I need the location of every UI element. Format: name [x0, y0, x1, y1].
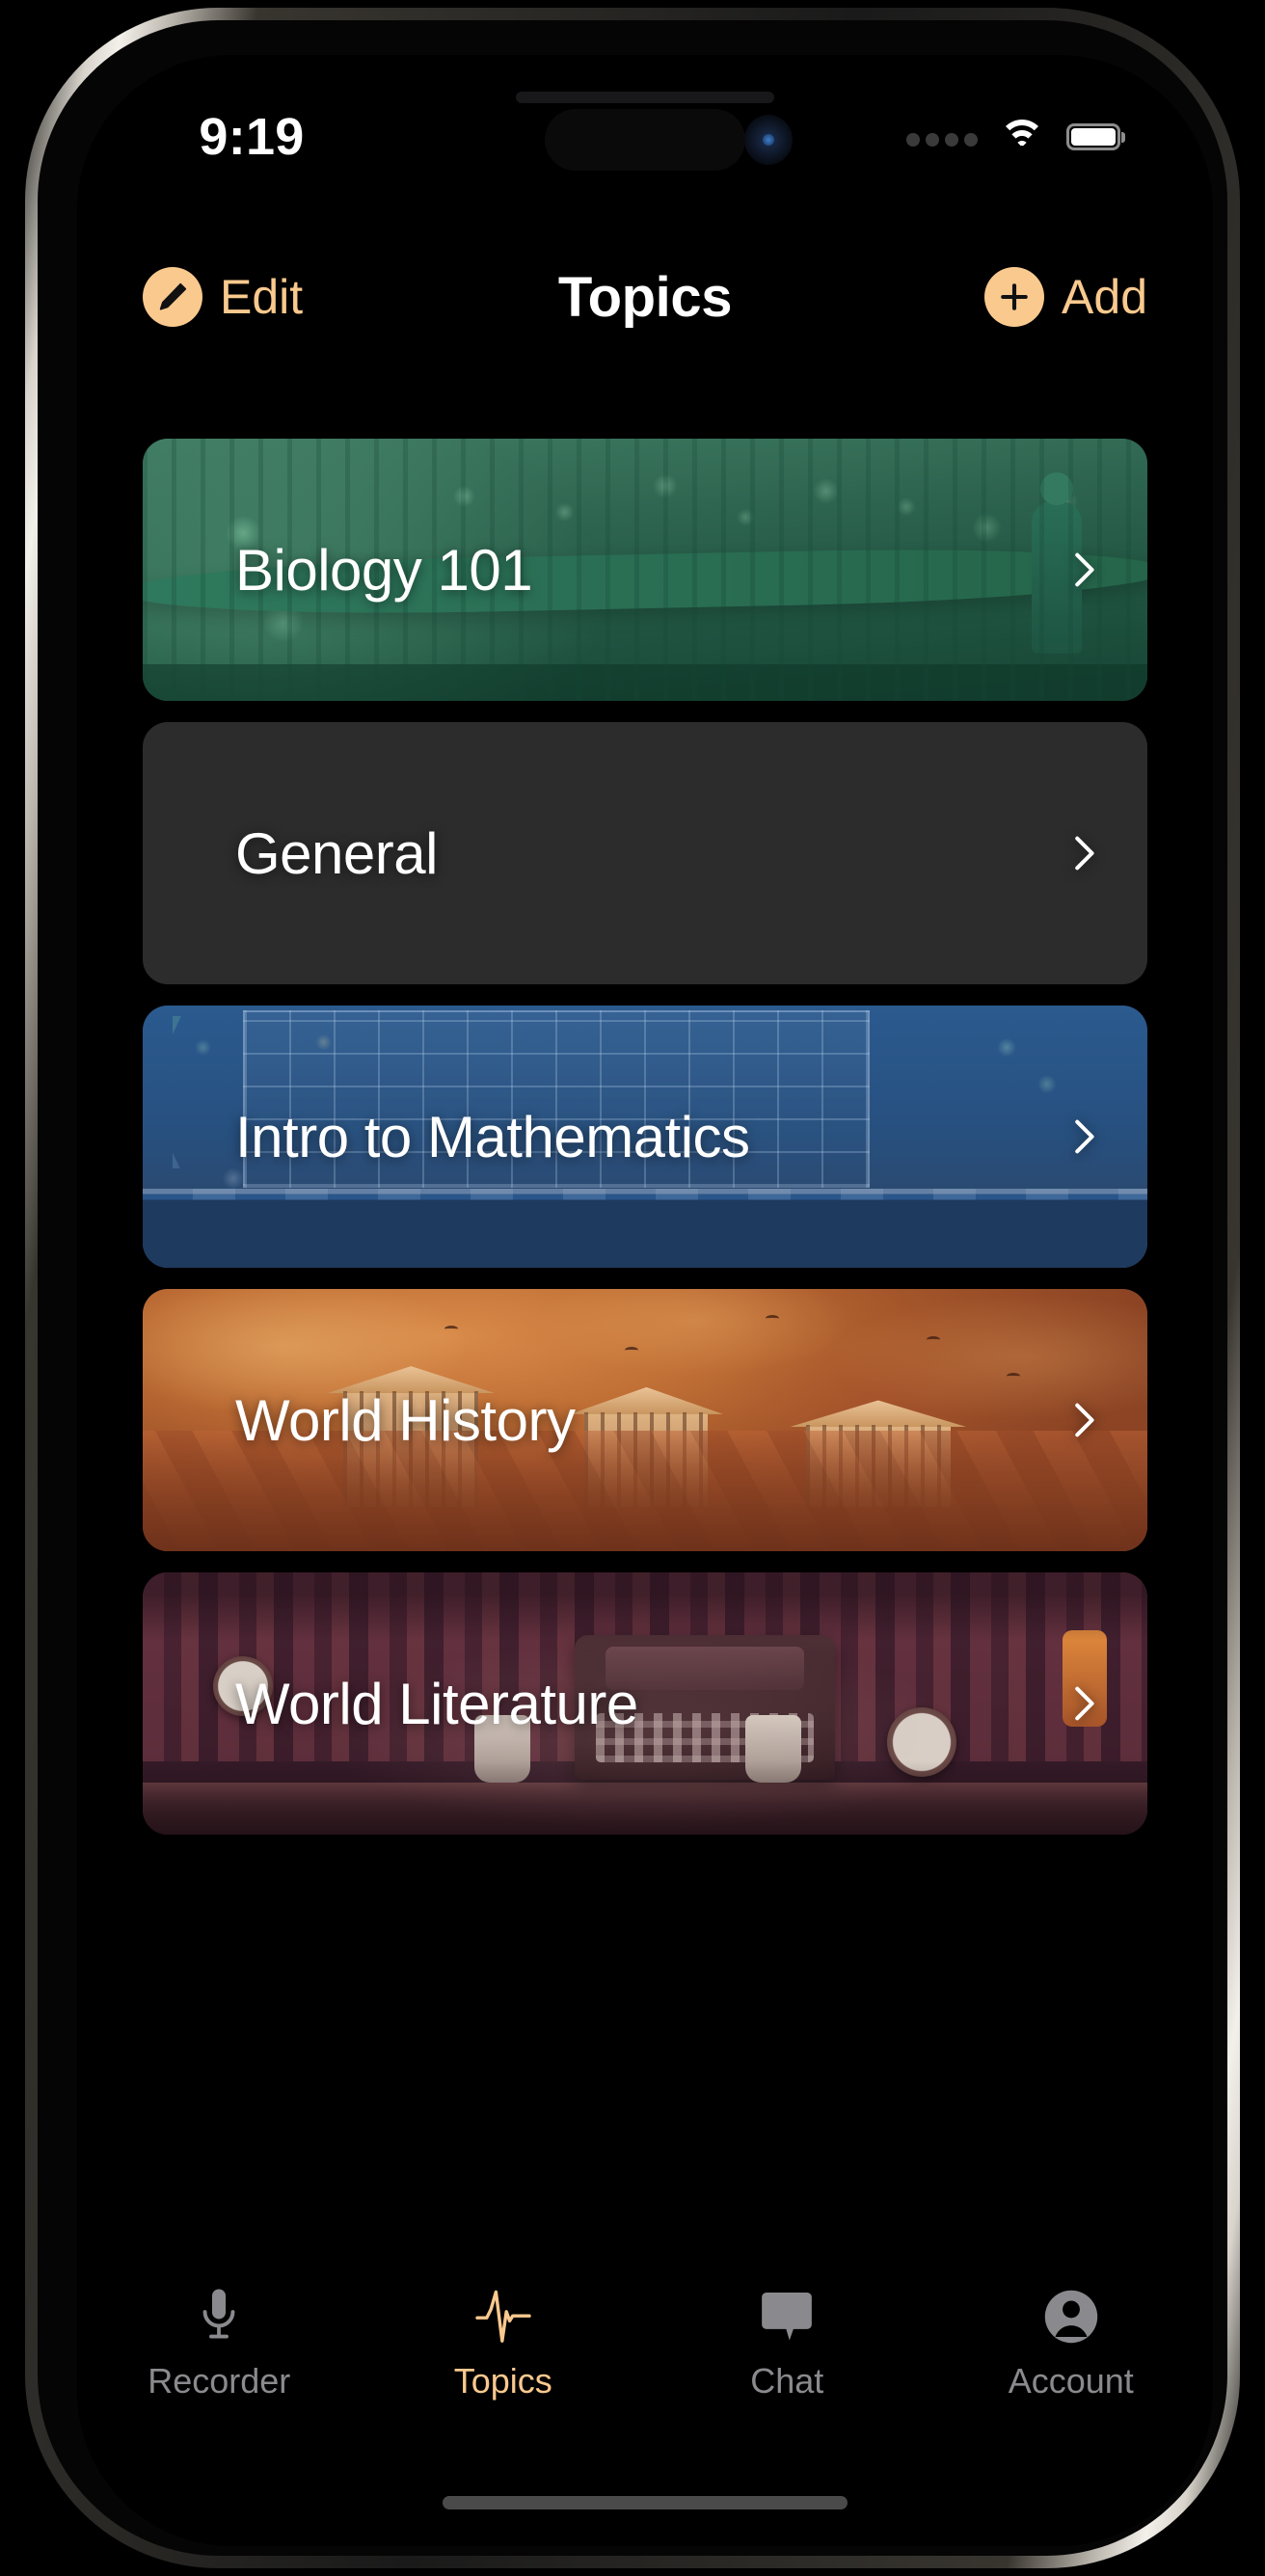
tab-label: Chat: [750, 2361, 824, 2401]
plus-circle-icon: [984, 267, 1045, 327]
add-button-label: Add: [1062, 270, 1147, 324]
person-circle-icon: [1043, 2286, 1099, 2348]
topic-title: Intro to Mathematics: [235, 1104, 750, 1169]
status-indicators: [906, 55, 1125, 219]
tab-account[interactable]: Account: [929, 2286, 1214, 2402]
topic-card-world-literature[interactable]: World Literature: [143, 1572, 1147, 1835]
battery-full-icon: [1066, 123, 1125, 150]
tab-label: Topics: [453, 2361, 552, 2401]
status-bar: 9:19: [77, 55, 1213, 219]
phone-screen: 9:19 Topics Edit Add Biology 101 General…: [77, 55, 1213, 2546]
dynamic-island[interactable]: [545, 109, 745, 171]
device-bezel: 9:19 Topics Edit Add Biology 101 General…: [38, 20, 1227, 2556]
chevron-right-icon: [1061, 548, 1105, 592]
tab-topics[interactable]: Topics: [362, 2286, 646, 2402]
cellular-dots-icon: [906, 127, 978, 147]
edit-button-label: Edit: [220, 270, 304, 324]
chevron-right-icon: [1061, 1398, 1105, 1442]
wifi-icon: [999, 120, 1045, 154]
edit-button[interactable]: Edit: [143, 244, 303, 350]
topic-title: World Literature: [235, 1671, 638, 1736]
add-button[interactable]: Add: [984, 244, 1147, 350]
topic-card-general[interactable]: General: [143, 722, 1147, 984]
topic-list: Biology 101 General Intro to Mathematics…: [77, 439, 1213, 1835]
chevron-right-icon: [1061, 831, 1105, 875]
topic-card-world-history[interactable]: World History: [143, 1289, 1147, 1551]
topic-title: World History: [235, 1387, 576, 1453]
device-frame: 9:19 Topics Edit Add Biology 101 General…: [25, 8, 1240, 2568]
tab-chat[interactable]: Chat: [645, 2286, 929, 2402]
pencil-circle-icon: [143, 267, 202, 327]
tab-recorder[interactable]: Recorder: [77, 2286, 362, 2402]
status-time: 9:19: [199, 108, 305, 166]
front-camera-icon: [744, 115, 793, 165]
speech-bubble-icon: [760, 2286, 814, 2348]
tab-label: Recorder: [148, 2361, 291, 2401]
microphone-icon: [194, 2286, 244, 2348]
chevron-right-icon: [1061, 1114, 1105, 1159]
chevron-right-icon: [1061, 1681, 1105, 1726]
topic-title: General: [235, 820, 438, 886]
topic-card-biology-101[interactable]: Biology 101: [143, 439, 1147, 701]
topic-card-intro-to-mathematics[interactable]: Intro to Mathematics: [143, 1006, 1147, 1268]
tab-bar: Recorder Topics Chat Account: [77, 2278, 1213, 2423]
navigation-bar: Topics Edit Add: [77, 244, 1213, 350]
topic-title: Biology 101: [235, 537, 533, 603]
home-indicator[interactable]: [443, 2496, 848, 2509]
waveform-pulse-icon: [474, 2286, 532, 2348]
tab-label: Account: [1008, 2361, 1134, 2401]
